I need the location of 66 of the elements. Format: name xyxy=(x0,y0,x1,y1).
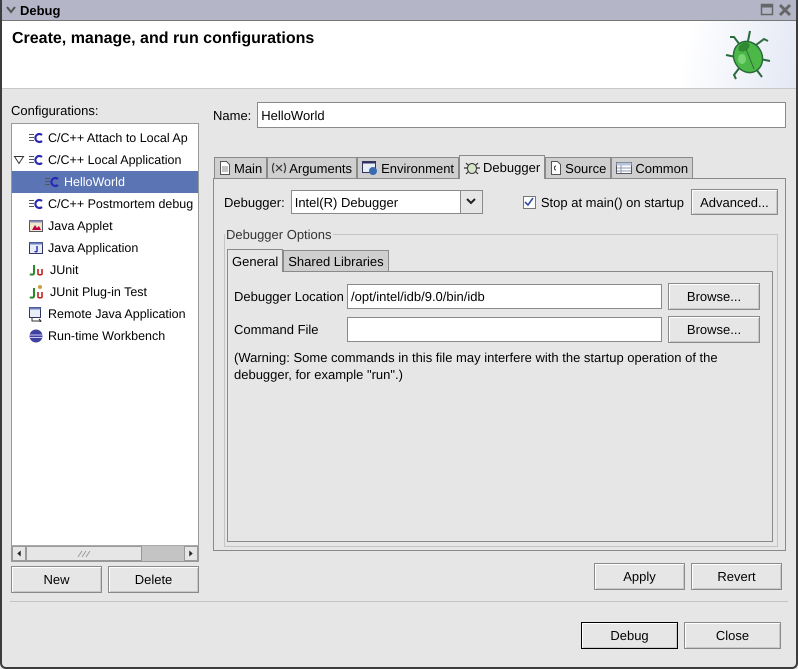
c-file-icon xyxy=(28,196,44,212)
tree-item[interactable]: Remote Java Application xyxy=(47,306,187,322)
tab[interactable]: Environment xyxy=(357,157,460,178)
bug-icon xyxy=(463,160,482,176)
tree-item[interactable]: Java Applet xyxy=(47,218,114,234)
window-title: Debug xyxy=(20,2,60,18)
apply-button[interactable]: Apply xyxy=(594,563,685,590)
debug-button[interactable]: Debug xyxy=(581,622,678,649)
field-label: Command File xyxy=(234,322,320,337)
c-file-icon xyxy=(44,174,60,190)
debugger-dropdown[interactable]: Intel(R) Debugger xyxy=(290,190,483,214)
tree-item[interactable]: JUnit xyxy=(49,262,80,278)
delete-button[interactable]: Delete xyxy=(108,566,199,593)
command-file-field[interactable] xyxy=(347,317,662,342)
tree-item[interactable]: C/C++ Postmortem debug xyxy=(47,196,194,212)
remote-window-icon xyxy=(28,306,44,322)
field-label: Debugger Location xyxy=(234,289,345,304)
tab[interactable]: Source xyxy=(545,157,612,178)
maximize-icon[interactable] xyxy=(760,3,774,17)
close-button[interactable]: Close xyxy=(684,622,781,649)
scroll-left-icon[interactable] xyxy=(12,546,26,561)
junit-icon xyxy=(28,262,46,278)
browse-button[interactable]: Browse... xyxy=(668,283,760,310)
tree-item[interactable]: JUnit Plug-in Test xyxy=(49,284,148,300)
tab[interactable]: Common xyxy=(611,157,694,178)
scroll-thumb[interactable] xyxy=(26,546,142,561)
tab[interactable]: Shared Libraries xyxy=(283,250,389,271)
c-file-icon xyxy=(28,152,44,168)
horizontal-scrollbar[interactable] xyxy=(12,545,198,561)
configurations-label: Configurations: xyxy=(11,103,100,119)
tree-item[interactable]: Run-time Workbench xyxy=(47,328,166,344)
location-field[interactable]: /opt/intel/idb/9.0/bin/idb xyxy=(347,284,662,309)
name-field[interactable]: HelloWorld xyxy=(257,102,786,128)
new-button[interactable]: New xyxy=(11,566,102,593)
name-label: Name: xyxy=(213,108,252,122)
window-menu-icon[interactable] xyxy=(6,6,16,14)
table-icon xyxy=(615,161,634,175)
tree-item[interactable]: C/C++ Local Application xyxy=(47,152,182,168)
c-file-icon xyxy=(28,130,44,146)
tree-item[interactable]: HelloWorld xyxy=(63,174,126,190)
tree-item[interactable]: Java Application xyxy=(47,240,140,256)
variable-icon xyxy=(271,161,288,175)
tab[interactable]: Debugger xyxy=(459,155,546,179)
advanced-button[interactable]: Advanced... xyxy=(690,189,778,215)
document-icon xyxy=(218,160,232,176)
expanded-arrow-icon[interactable] xyxy=(13,154,25,166)
debugger-label: Debugger: xyxy=(224,194,285,210)
globe-icon xyxy=(28,328,44,344)
tree-item[interactable]: C/C++ Attach to Local Ap xyxy=(47,130,189,146)
source-document-icon xyxy=(549,160,564,176)
revert-button[interactable]: Revert xyxy=(691,563,782,590)
junit-plugin-icon xyxy=(28,284,46,300)
tab[interactable]: Arguments xyxy=(267,157,358,178)
scroll-right-icon[interactable] xyxy=(184,546,198,561)
warning-text: (Warning: Some commands in this file may interfere with the startup operation of the debugger, for example "run".) xyxy=(234,349,719,383)
tab[interactable]: General xyxy=(227,249,284,272)
group-title: Debugger Options xyxy=(225,227,333,242)
java-window-icon xyxy=(28,240,44,256)
close-icon[interactable] xyxy=(778,3,792,17)
browse-button[interactable]: Browse... xyxy=(668,316,760,343)
applet-window-icon xyxy=(28,218,44,234)
checkbox-label: Stop at main() on startup xyxy=(540,194,684,210)
dialog-heading: Create, manage, and run configurations xyxy=(12,30,314,49)
window-globe-icon xyxy=(361,160,380,176)
tab[interactable]: Main xyxy=(214,157,268,178)
checkbox[interactable] xyxy=(522,196,536,208)
